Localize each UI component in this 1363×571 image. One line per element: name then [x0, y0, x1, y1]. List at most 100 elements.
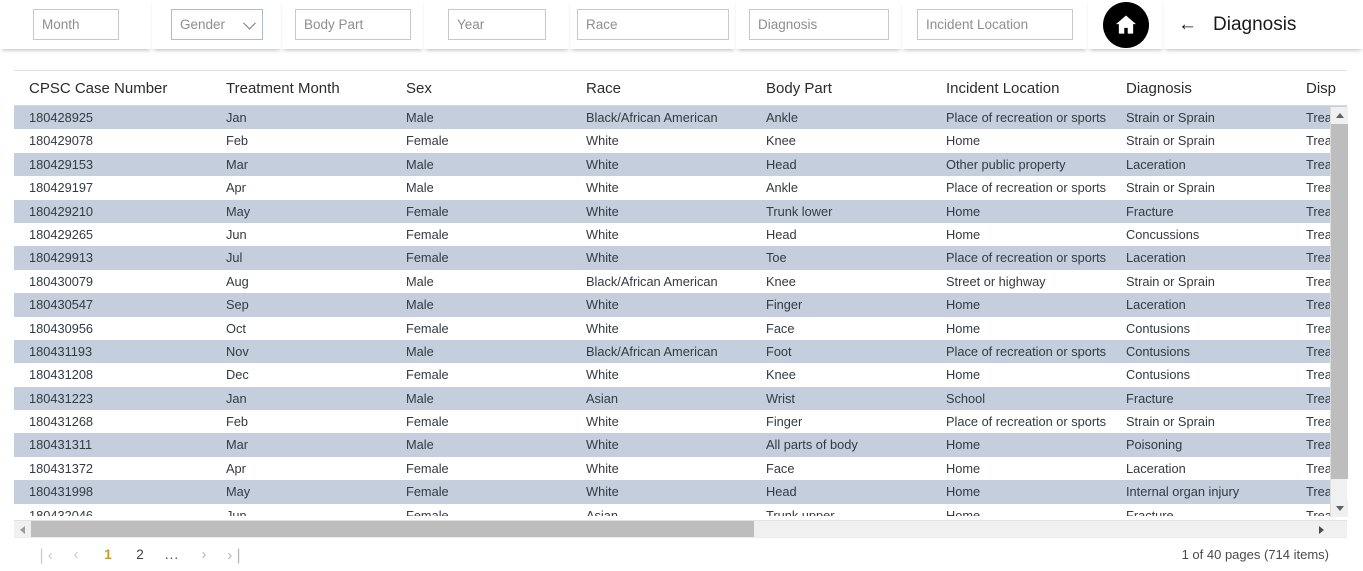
- cell-incident_location: Home: [946, 320, 981, 336]
- cell-sex: Female: [406, 460, 449, 476]
- cell-case_number: 180429197: [29, 180, 94, 196]
- cell-incident_location: Home: [946, 484, 981, 500]
- cell-sex: Male: [406, 297, 434, 313]
- table-row[interactable]: 180431311 Mar Male White All parts of body Ho…: [14, 433, 1347, 457]
- cell-race: Asian: [586, 390, 619, 406]
- table-row[interactable]: 180429913 Jul Female White Toe Place of recre…: [14, 246, 1347, 270]
- table-row[interactable]: 180429265 Jun Female White Head Home Concussio…: [14, 222, 1347, 247]
- back-arrow-icon[interactable]: ←: [1178, 15, 1197, 34]
- cell-sex: Female: [406, 484, 449, 500]
- pager-page-1[interactable]: 1: [94, 542, 122, 568]
- table-row[interactable]: 180431208 Dec Female White Knee Home Contusion…: [14, 363, 1347, 387]
- column-header-diagnosis[interactable]: Diagnosis: [1126, 71, 1296, 106]
- pager-prev-button[interactable]: ‹: [62, 542, 90, 568]
- pager-next-button[interactable]: ›: [190, 542, 218, 568]
- cell-case_number: 180429153: [29, 156, 94, 172]
- cell-diagnosis: Laceration: [1126, 250, 1186, 266]
- pager-page-2[interactable]: 2: [126, 542, 154, 568]
- month-input[interactable]: Month: [33, 9, 119, 40]
- filter-card-month: Month: [0, 0, 152, 49]
- cell-incident_location: Home: [946, 133, 981, 149]
- pager-first-button[interactable]: ❘‹: [30, 542, 58, 568]
- scroll-right-arrow-icon[interactable]: [1313, 521, 1330, 538]
- race-input[interactable]: Race: [577, 9, 729, 40]
- cell-sex: Male: [406, 343, 434, 359]
- vertical-scrollbar-thumb[interactable]: [1331, 124, 1348, 479]
- cell-sex: Male: [406, 437, 434, 453]
- table-row[interactable]: 180429153 Mar Male White Head Other public pr…: [14, 152, 1347, 177]
- cell-treatment_month: May: [226, 203, 251, 219]
- vertical-scrollbar[interactable]: [1330, 107, 1348, 517]
- diagnosis-input[interactable]: Diagnosis: [749, 9, 889, 40]
- cell-diagnosis: Fracture: [1126, 203, 1174, 219]
- table-row[interactable]: 180431998 May Female White Head Home Internal …: [14, 480, 1347, 504]
- cell-treatment_month: May: [226, 484, 251, 500]
- table-row[interactable]: 180429210 May Female White Trunk lower Home Fr…: [14, 199, 1347, 223]
- table-row[interactable]: 180429197 Apr Male White Ankle Place of recre…: [14, 176, 1347, 200]
- table-row[interactable]: 180430956 Oct Female White Face Home Contusion…: [14, 316, 1347, 340]
- cell-diagnosis: Strain or Sprain: [1126, 414, 1215, 430]
- cell-incident_location: Home: [946, 226, 981, 242]
- cell-sex: Female: [406, 226, 449, 242]
- body-part-placeholder: Body Part: [304, 16, 364, 32]
- cell-body_part: Knee: [766, 133, 796, 149]
- cell-incident_location: Home: [946, 367, 981, 383]
- month-placeholder: Month: [42, 16, 80, 32]
- column-header-treatment_month[interactable]: Treatment Month: [226, 71, 396, 106]
- table-row[interactable]: 180429078 Feb Female White Knee Home Strain or…: [14, 129, 1347, 153]
- filter-card-race: Race: [570, 0, 736, 49]
- cell-diagnosis: Fracture: [1126, 507, 1174, 516]
- filter-bar: Month Gender Body Part Year Race Diagnosis Inc…: [0, 0, 1363, 58]
- column-header-disposition[interactable]: Disp: [1306, 71, 1336, 106]
- cell-sex: Female: [406, 414, 449, 430]
- cell-body_part: Toe: [766, 250, 787, 266]
- scroll-left-arrow-icon[interactable]: [14, 521, 31, 538]
- column-header-sex[interactable]: Sex: [406, 71, 576, 106]
- cell-body_part: Ankle: [766, 110, 799, 125]
- cell-race: Asian: [586, 507, 619, 516]
- scroll-up-arrow-icon[interactable]: [1331, 107, 1348, 124]
- column-header-case_number[interactable]: CPSC Case Number: [29, 71, 219, 106]
- column-header-body_part[interactable]: Body Part: [766, 71, 936, 106]
- cell-race: White: [586, 297, 619, 313]
- pager-last-button[interactable]: ›❘: [222, 542, 250, 568]
- cell-case_number: 180432046: [29, 507, 94, 516]
- gender-input[interactable]: Gender: [171, 9, 263, 40]
- pager-ellipsis[interactable]: ...: [158, 542, 186, 568]
- table-row[interactable]: 180430547 Sep Male White Finger Home Laceratio…: [14, 293, 1347, 317]
- table-row[interactable]: 180431268 Feb Female White Finger Place of re…: [14, 410, 1347, 434]
- table-row[interactable]: 180431372 Apr Female White Face Home Laceratio…: [14, 456, 1347, 481]
- cell-treatment_month: Apr: [226, 180, 246, 196]
- table-row[interactable]: 180431193 Nov Male Black/African American Fo…: [14, 339, 1347, 364]
- home-card[interactable]: [1088, 0, 1164, 49]
- cell-sex: Female: [406, 203, 449, 219]
- cell-body_part: Head: [766, 226, 797, 242]
- table-row[interactable]: 180430079 Aug Male Black/African American Kn…: [14, 269, 1347, 294]
- body-part-input[interactable]: Body Part: [295, 9, 411, 40]
- incident-location-input[interactable]: Incident Location: [917, 9, 1073, 40]
- cell-incident_location: School: [946, 390, 986, 406]
- data-grid: CPSC Case Number Treatment Month Sex Race Bo…: [14, 70, 1348, 532]
- home-icon[interactable]: [1103, 1, 1149, 48]
- scroll-down-arrow-icon[interactable]: [1331, 500, 1348, 517]
- year-input[interactable]: Year: [448, 9, 546, 40]
- cell-race: White: [586, 460, 619, 476]
- cell-body_part: Finger: [766, 414, 803, 430]
- cell-treatment_month: Aug: [226, 273, 249, 289]
- horizontal-scrollbar-thumb[interactable]: [31, 521, 754, 538]
- cell-sex: Female: [406, 507, 449, 516]
- column-header-incident_location[interactable]: Incident Location: [946, 71, 1116, 106]
- cell-body_part: Trunk lower: [766, 203, 833, 219]
- table-row[interactable]: 180428925 Jan Male Black/African American An…: [14, 106, 1347, 130]
- table-row[interactable]: 180432046 Jun Female Asian Trunk upper Home Fr…: [14, 503, 1347, 516]
- cell-diagnosis: Laceration: [1126, 460, 1186, 476]
- filter-card-diagnosis: Diagnosis: [736, 0, 902, 49]
- table-row[interactable]: 180431223 Jan Male Asian Wrist School Fracture…: [14, 386, 1347, 411]
- horizontal-scrollbar[interactable]: [14, 520, 1347, 538]
- column-header-race[interactable]: Race: [586, 71, 756, 106]
- filter-card-year: Year: [424, 0, 570, 49]
- cell-case_number: 180431208: [29, 367, 94, 383]
- cell-sex: Male: [406, 110, 434, 125]
- cell-incident_location: Other public property: [946, 156, 1066, 172]
- chevron-down-icon[interactable]: [243, 16, 256, 30]
